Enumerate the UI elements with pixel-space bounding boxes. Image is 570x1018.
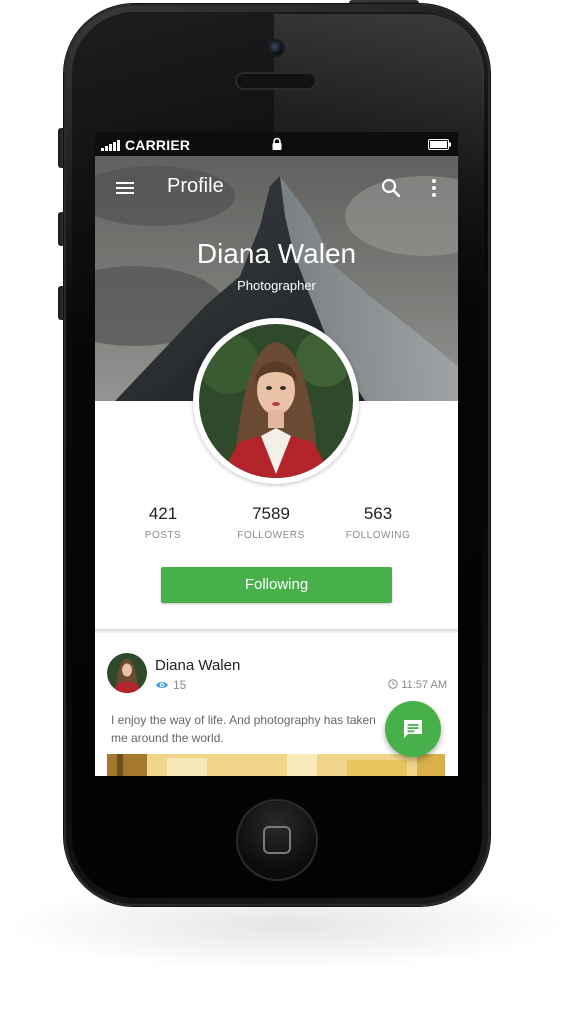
clock-icon [388,679,399,689]
stat-following[interactable]: 563 FOLLOWING [328,504,428,541]
signal-icon [101,139,123,151]
profile-role: Photographer [237,278,316,293]
home-button[interactable] [238,801,316,879]
post-timestamp: 11:57 AM [388,679,447,691]
earpiece-speaker [237,74,315,88]
post-author[interactable]: Diana Walen [155,657,240,674]
stage: CARRIER Profile Diana Walen Photographer… [0,0,570,1018]
toolbar-title: Profile [167,175,224,197]
profile-name: Diana Walen [196,238,357,269]
eye-icon [156,682,168,688]
avatar[interactable] [107,653,147,693]
stat-value: 563 [363,504,393,523]
message-fab[interactable] [385,701,441,757]
front-camera [269,41,283,55]
status-bar: CARRIER [95,132,458,156]
avatar-photo [199,324,353,478]
message-icon [404,720,422,738]
phone-screen: CARRIER Profile Diana Walen Photographer… [95,132,458,776]
search-icon[interactable] [379,176,403,200]
more-vert-icon[interactable] [422,176,446,200]
carrier-label: CARRIER [125,137,191,153]
stat-label: POSTS [144,530,182,541]
view-count: 15 [173,678,187,692]
stat-followers[interactable]: 7589 FOLLOWERS [221,504,321,541]
post-text: I enjoy the way of life. And photography… [111,713,376,745]
stat-value: 421 [148,504,178,523]
stat-value: 7589 [252,504,290,523]
following-button[interactable]: Following [161,567,392,603]
menu-icon[interactable] [113,176,137,200]
post-time: 11:57 AM [401,679,447,691]
stat-posts[interactable]: 421 POSTS [113,504,213,541]
post-image[interactable] [107,754,445,776]
battery-icon [428,139,451,150]
stat-label: FOLLOWERS [237,530,305,541]
profile-stats: 421 POSTS 7589 FOLLOWERS 563 FOLLOWING [95,504,458,544]
stat-label: FOLLOWING [345,530,411,541]
profile-avatar[interactable] [193,318,359,484]
home-square-icon [263,826,291,854]
lock-icon [272,137,282,150]
